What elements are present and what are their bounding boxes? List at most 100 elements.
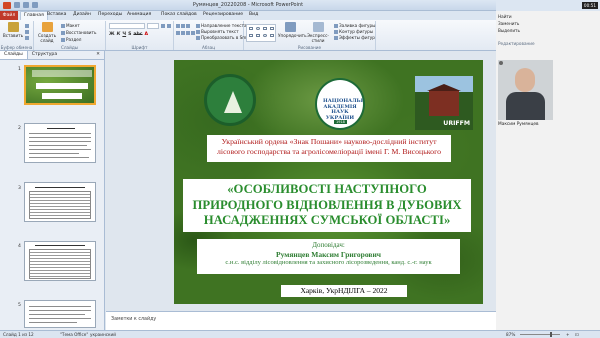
institute-textbox[interactable]: Український ордена «Знак Пошани» науково… — [207, 135, 451, 162]
italic-icon[interactable]: К — [117, 32, 121, 37]
shapes-gallery[interactable] — [246, 24, 276, 42]
slide-number: 2 — [18, 126, 21, 131]
institute-name: Український ордена «Знак Пошани» науково… — [217, 137, 441, 156]
font-size-select[interactable] — [147, 23, 159, 29]
group-label-clipboard: Буфер обмена — [0, 45, 33, 50]
format-painter-icon[interactable] — [25, 35, 30, 40]
tab-animation[interactable]: Анимация — [127, 12, 151, 17]
tab-home[interactable]: Главная — [20, 11, 48, 20]
font-name-select[interactable] — [109, 23, 145, 29]
powerpoint-window: Румянцев_20220208 - Microsoft PowerPoint… — [0, 0, 600, 338]
quick-styles-icon — [312, 22, 324, 32]
tab-view[interactable]: Вид — [249, 12, 258, 17]
bullets-icon[interactable] — [176, 23, 191, 28]
tab-design[interactable]: Дизайн — [73, 12, 91, 17]
tab-review[interactable]: Рецензирование — [203, 12, 243, 17]
section-button[interactable]: Раздел — [61, 37, 81, 42]
zoom-slider[interactable] — [520, 332, 560, 337]
slide-thumbnail-1[interactable] — [24, 65, 96, 105]
new-slide-button[interactable]: Создать слайд — [36, 22, 58, 43]
group-clipboard: Вставить Буфер обмена — [0, 21, 34, 50]
slide-title: «ОСОБЛИВОСТІ НАСТУПНОГО ПРИРОДНОГО ВІДНО… — [192, 182, 462, 227]
section-icon — [61, 37, 65, 42]
arrange-icon — [284, 22, 296, 32]
video-call-panel: 00:51 Найти Заменить Выделить Редактиров… — [496, 0, 600, 330]
shape-outline-icon — [334, 29, 338, 34]
slide-thumbnail-4[interactable] — [24, 241, 96, 281]
layout-button[interactable]: Макет — [61, 23, 80, 28]
tab-slides[interactable]: Слайды — [0, 51, 28, 59]
strikethrough-icon[interactable]: abc — [133, 32, 142, 37]
shape-effects-button[interactable]: Эффекты фигур — [334, 35, 375, 40]
arrange-button[interactable]: Упорядочить — [278, 22, 307, 38]
participant-video[interactable] — [498, 60, 553, 120]
current-slide[interactable]: НАЦІОНАЛЬНА АКАДЕМІЯ НАУК УКРАЇНИ 1918 U… — [174, 60, 483, 304]
cut-icon[interactable] — [25, 23, 30, 28]
tab-slideshow[interactable]: Показ слайдов — [161, 12, 197, 17]
font-color-icon[interactable]: А — [145, 32, 149, 37]
quick-styles-button[interactable]: Экспресс-стили — [304, 22, 332, 43]
status-bar: Слайд 1 из 12 "Тема Office" украинский 8… — [0, 330, 600, 338]
speaker-label: Доповідач: — [312, 241, 345, 249]
paste-button[interactable]: Вставить — [2, 22, 24, 38]
shape-fill-icon — [334, 23, 338, 28]
group-slides: Создать слайд Макет Восстановить Раздел … — [34, 21, 106, 50]
tab-transitions[interactable]: Переходы — [98, 12, 122, 17]
place-year[interactable]: Харків, УкрНДІЛГА – 2022 — [281, 285, 407, 297]
notes-placeholder: Заметки к слайду — [111, 317, 157, 322]
shadow-icon[interactable]: S — [128, 32, 131, 37]
video-call-header: 00:51 — [496, 0, 600, 11]
reset-icon — [61, 30, 65, 35]
academy-logo: НАЦІОНАЛЬНА АКАДЕМІЯ НАУК УКРАЇНИ 1918 — [315, 78, 365, 130]
zoom-level[interactable]: 87% — [506, 332, 515, 337]
zoom-in-icon[interactable]: + — [566, 332, 570, 337]
shape-outline-button[interactable]: Контур фигуры — [334, 29, 373, 34]
reset-button[interactable]: Восстановить — [61, 30, 96, 35]
tab-file[interactable]: Файл — [0, 11, 18, 20]
speaker-textbox[interactable]: Доповідач: Румянцев Максим Григорович с.… — [197, 239, 460, 274]
speaker-role: с.н.с. відділу лісовідновлення та захисн… — [225, 259, 432, 266]
slide-number: 1 — [18, 67, 21, 72]
slide-thumbnail-3[interactable] — [24, 182, 96, 222]
participant-name: Максим Румянцев — [498, 122, 539, 127]
close-panel-icon[interactable]: ✕ — [92, 51, 104, 59]
tab-insert[interactable]: Вставка — [47, 12, 66, 17]
tree-icon — [224, 91, 242, 113]
align-icons[interactable] — [176, 30, 196, 35]
slides-panel-tabs: Слайды Структура ✕ — [0, 51, 104, 60]
grow-font-icon[interactable] — [161, 23, 166, 28]
slide-thumbnail-2[interactable] — [24, 123, 96, 163]
slide-number: 3 — [18, 186, 21, 191]
copy-icon[interactable] — [25, 29, 30, 34]
group-font: Ж К Ч S abc А Шрифт — [106, 21, 174, 50]
camera-icon — [499, 61, 503, 65]
shrink-font-icon[interactable] — [167, 23, 172, 28]
new-slide-icon — [41, 22, 53, 32]
slide-number: 5 — [18, 303, 21, 308]
speaker-name: Румянцев Максим Григорович — [276, 249, 381, 259]
bold-icon[interactable]: Ж — [109, 32, 115, 37]
tab-outline[interactable]: Структура — [28, 51, 61, 59]
title-textbox[interactable]: «ОСОБЛИВОСТІ НАСТУПНОГО ПРИРОДНОГО ВІДНО… — [183, 179, 471, 232]
group-label-font: Шрифт — [131, 45, 148, 50]
shape-effects-icon — [334, 35, 338, 40]
align-text-button[interactable]: Выровнять текст — [196, 29, 239, 34]
text-direction-button[interactable]: Направление текста — [196, 23, 247, 28]
participant-head — [515, 68, 535, 92]
paste-icon — [7, 22, 19, 32]
slide-number: 4 — [18, 244, 21, 249]
slide-thumbnail-5[interactable] — [24, 300, 96, 328]
underline-icon[interactable]: Ч — [122, 32, 126, 37]
align-text-icon — [196, 29, 200, 34]
call-time: 00:51 — [581, 2, 598, 9]
fit-slide-icon[interactable]: ⊡ — [575, 332, 579, 337]
notes-pane[interactable]: Заметки к слайду — [106, 311, 496, 330]
title-bar: Румянцев_20220208 - Microsoft PowerPoint — [0, 0, 496, 11]
shape-fill-button[interactable]: Заливка фигуры — [334, 23, 376, 28]
theme-name: "Тема Office" — [60, 332, 89, 337]
group-label-drawing: Рисование — [297, 45, 322, 50]
window-title: Румянцев_20220208 - Microsoft PowerPoint — [192, 2, 304, 8]
text-direction-icon — [196, 23, 200, 28]
language-indicator[interactable]: украинский — [90, 332, 116, 337]
group-paragraph: Направление текста Выровнять текст Преоб… — [174, 21, 259, 50]
